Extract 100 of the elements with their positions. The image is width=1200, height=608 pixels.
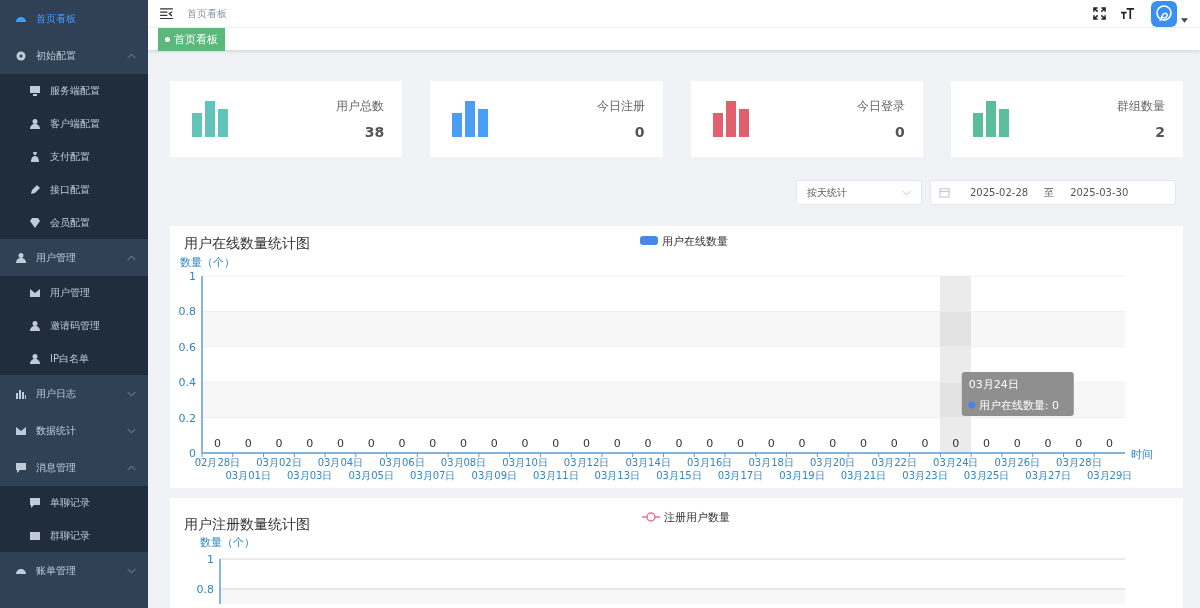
y-tick-label: 0.6 <box>178 340 196 354</box>
menu-item[interactable]: 用户日志 <box>0 375 148 412</box>
data-label: 0 <box>583 437 591 450</box>
data-label: 0 <box>890 437 898 450</box>
calendar-icon <box>939 187 950 198</box>
data-label: 0 <box>767 437 775 450</box>
stat-mode-select[interactable]: 按天统计 <box>796 180 922 205</box>
chevron-icon <box>127 52 136 59</box>
menu-item[interactable]: 消息管理 <box>0 449 148 486</box>
data-label: 0 <box>983 437 991 450</box>
menu-item[interactable]: 首页看板 <box>0 0 148 37</box>
y-tick-label: 0 <box>189 447 196 460</box>
data-label: 0 <box>613 437 621 450</box>
submenu-item[interactable]: IP白名单 <box>0 342 148 375</box>
x-tick-label: 03月17日 <box>717 470 764 481</box>
envelope-icon <box>29 286 41 299</box>
submenu-item[interactable]: 接口配置 <box>0 173 148 206</box>
y-axis-title: 数量（个） <box>200 536 255 549</box>
chevron-icon <box>127 254 136 261</box>
legend-label: 注册用户数量 <box>664 511 730 524</box>
y-tick-label: 0.8 <box>178 305 196 319</box>
stat-value: 2 <box>1155 124 1165 140</box>
x-tick-label: 03月16日 <box>686 457 733 468</box>
x-tick-label: 03月20日 <box>810 457 856 468</box>
y-tick-label: 0.2 <box>178 411 196 425</box>
x-tick-label: 03月01日 <box>225 470 271 481</box>
stat-label: 用户总数 <box>336 98 385 115</box>
data-label: 0 <box>860 437 867 450</box>
data-label: 0 <box>1044 437 1052 450</box>
menu-icon[interactable] <box>160 8 173 19</box>
fullscreen-icon[interactable] <box>1093 7 1106 20</box>
caret-icon[interactable] <box>1181 18 1188 23</box>
x-tick-label: 03月28日 <box>1056 457 1102 468</box>
submenu-item[interactable]: 邀请码管理 <box>0 309 148 342</box>
stat-value: 0 <box>895 124 905 140</box>
x-tick-label: 03月24日 <box>933 457 979 468</box>
envelope-icon <box>15 424 27 437</box>
x-tick-label: 03月15日 <box>656 470 702 481</box>
data-label: 0 <box>736 437 744 450</box>
menu-item[interactable]: 数据统计 <box>0 412 148 449</box>
y-tick-label: 0.4 <box>178 376 196 390</box>
x-tick-label: 03月26日 <box>994 457 1041 468</box>
x-tick-label: 03月19日 <box>779 470 825 481</box>
submenu-item[interactable]: 会员配置 <box>0 206 148 239</box>
chart-title: 用户注册数量统计图 <box>184 516 310 532</box>
stat-label: 今日登录 <box>856 98 905 115</box>
x-tick-label: 03月13日 <box>594 470 641 481</box>
submenu-item[interactable]: 单聊记录 <box>0 486 148 519</box>
data-label: 0 <box>490 437 498 450</box>
legend-label: 用户在线数量 <box>662 235 728 248</box>
x-tick-label: 03月03日 <box>286 470 333 481</box>
menu-item[interactable]: 账单管理 <box>0 552 148 589</box>
data-label: 0 <box>1013 437 1021 450</box>
stat-value: 0 <box>634 124 645 140</box>
data-label: 0 <box>552 437 560 450</box>
bars-icon <box>15 387 27 400</box>
data-label: 0 <box>367 437 375 450</box>
monitor-icon <box>29 84 41 97</box>
x-tick-label: 03月04日 <box>317 457 364 468</box>
data-label: 0 <box>952 437 960 450</box>
data-label: 0 <box>1075 437 1083 450</box>
data-label: 0 <box>275 437 283 450</box>
submenu-item[interactable]: 服务端配置 <box>0 74 148 107</box>
chat-icon <box>29 496 41 509</box>
stat-label: 群组数量 <box>1117 98 1165 115</box>
x-axis-title: 时间 <box>1131 448 1153 461</box>
data-label: 0 <box>429 437 437 450</box>
legend-icon[interactable] <box>641 512 661 522</box>
chevron-icon <box>127 567 136 574</box>
stat-value: 38 <box>364 124 385 140</box>
data-label: 0 <box>644 437 652 450</box>
submenu-item[interactable]: 群聊记录 <box>0 519 148 552</box>
data-label: 0 <box>1106 437 1114 450</box>
text-size-icon[interactable] <box>1120 7 1135 20</box>
legend-item[interactable]: 用户在线数量 <box>640 235 728 248</box>
x-tick-label: 03月08日 <box>440 457 487 468</box>
x-tick-label: 03月23日 <box>902 470 948 481</box>
x-tick-label: 03月11日 <box>533 470 579 481</box>
menu-item[interactable]: 用户管理 <box>0 239 148 276</box>
submenu-item[interactable]: 支付配置 <box>0 140 148 173</box>
submenu-item[interactable]: 用户管理 <box>0 276 148 309</box>
user-icon <box>15 251 27 264</box>
x-tick-label: 03月22日 <box>871 457 917 468</box>
x-tick-label: 03月18日 <box>748 457 794 468</box>
y-axis-title: 数量（个） <box>180 256 235 269</box>
y-axis <box>219 558 221 605</box>
x-tick-label: 03月07日 <box>410 470 456 481</box>
submenu-item[interactable]: 客户端配置 <box>0 107 148 140</box>
data-label: 0 <box>336 437 344 450</box>
x-tick-label: 03月25日 <box>963 470 1010 481</box>
y-tick-label: 1 <box>189 270 196 283</box>
x-tick-label: 03月06日 <box>379 457 425 468</box>
date-range-field[interactable]: 2025-02-28 至 2025-03-30 <box>930 180 1176 205</box>
chevron-icon <box>127 427 136 434</box>
data-label: 0 <box>244 437 252 450</box>
diamond-icon <box>29 216 41 229</box>
gear-icon <box>15 49 27 62</box>
menu-item[interactable]: 初始配置 <box>0 37 148 74</box>
x-tick-label: 03月05日 <box>348 470 394 481</box>
chat-icon <box>15 461 27 474</box>
